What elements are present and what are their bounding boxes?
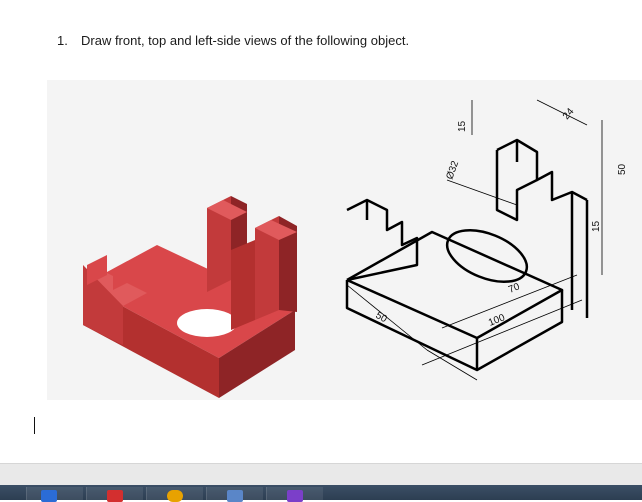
object-figure: 15 Ø32 24 50 15 70 100 50: [47, 80, 642, 400]
document-bottom-strip: [0, 463, 642, 486]
taskbar: [0, 485, 642, 502]
dim-15-top: 15: [457, 120, 468, 132]
question-text: Draw front, top and left-side views of t…: [81, 33, 410, 48]
dim-24: 24: [561, 106, 577, 122]
taskbar-word-button[interactable]: [26, 487, 83, 502]
dim-diameter-32: Ø32: [444, 159, 461, 181]
taskview-icon: [227, 490, 243, 502]
question-number: 1.: [57, 33, 68, 48]
taskbar-onenote-button[interactable]: [266, 487, 323, 502]
onenote-icon: [287, 490, 303, 502]
word-icon: [41, 490, 57, 502]
taskbar-taskview-button[interactable]: [206, 487, 263, 502]
chrome-icon: [167, 490, 183, 502]
dim-50-right: 50: [617, 163, 628, 175]
taskbar-autocad-button[interactable]: [86, 487, 143, 502]
question-line: 1. Draw front, top and left-side views of…: [57, 33, 409, 48]
taskbar-chrome-button[interactable]: [146, 487, 203, 502]
isometric-line-drawing: 15 Ø32 24 50 15 70 100 50: [345, 99, 628, 381]
dim-15-right: 15: [591, 220, 602, 232]
text-cursor: [34, 417, 35, 434]
dim-70: 70: [507, 281, 522, 296]
autocad-icon: [107, 490, 123, 502]
dim-100: 100: [487, 312, 507, 329]
